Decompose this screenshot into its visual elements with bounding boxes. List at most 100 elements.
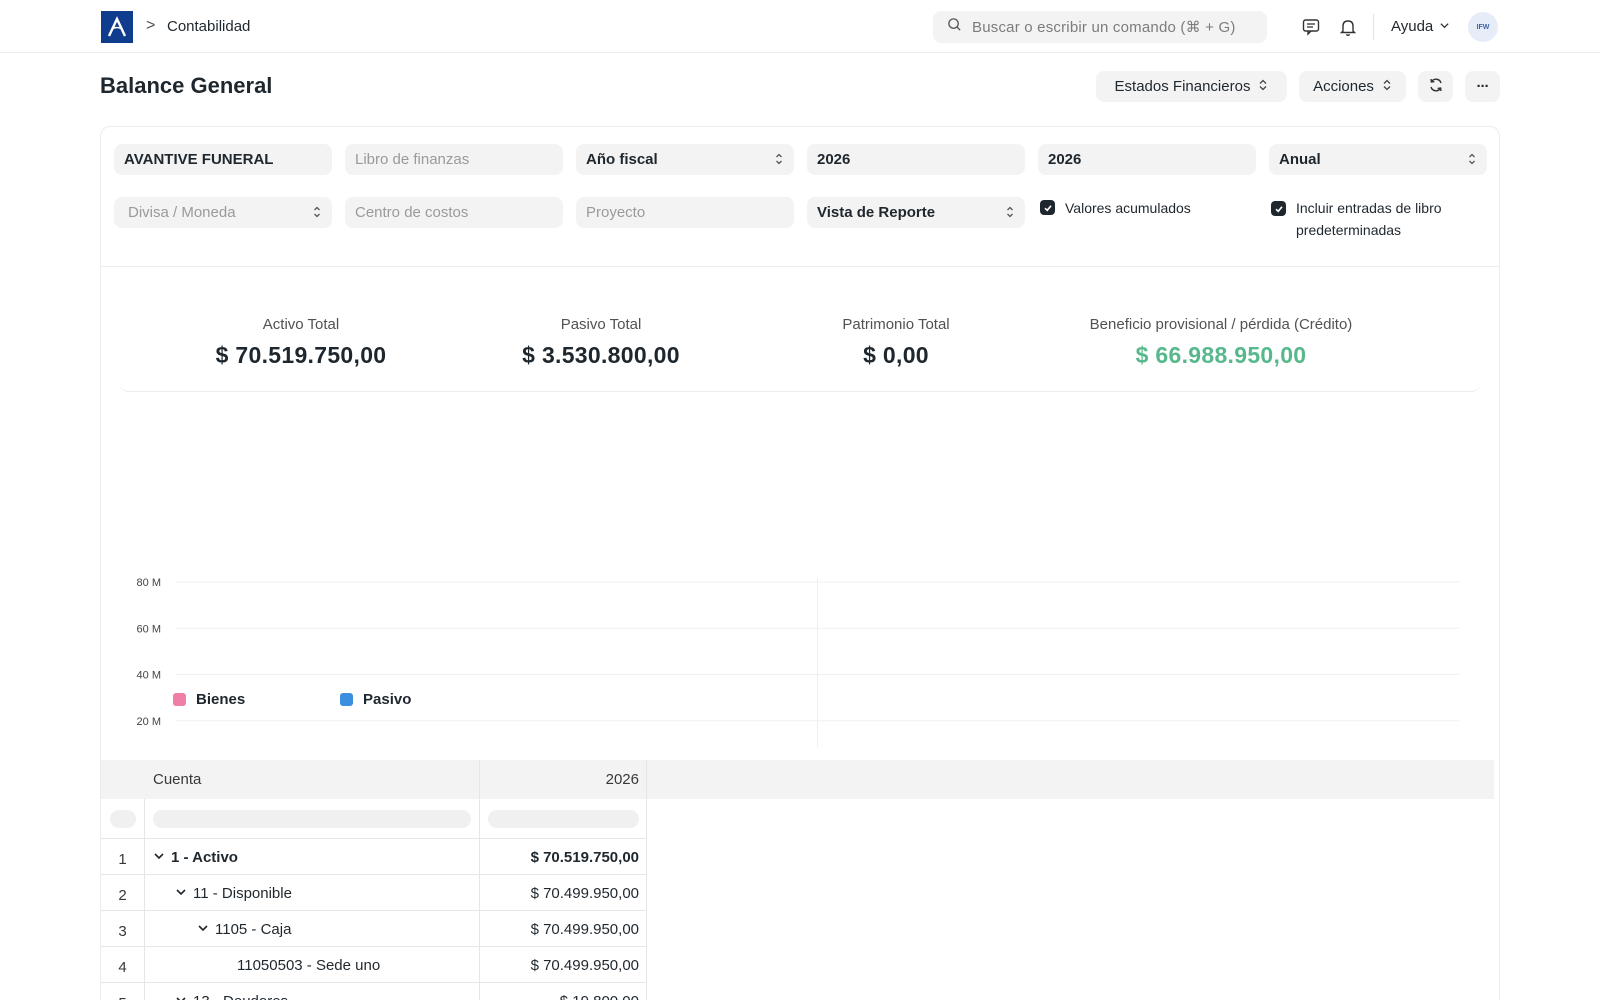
report-view-value: Vista de Reporte	[817, 204, 936, 221]
legend-swatch	[173, 693, 186, 706]
amount-cell: $ 70.519.750,00	[530, 849, 639, 866]
account-cell[interactable]: 1 - Activo	[153, 849, 238, 866]
account-cell[interactable]: 13 - Deudores	[175, 993, 288, 1000]
account-filter-input[interactable]	[153, 810, 471, 828]
refresh-button[interactable]	[1418, 71, 1453, 102]
top-navbar: > Contabilidad Buscar o escribir un coma…	[0, 0, 1600, 53]
table-row[interactable]: 3 1105 - Caja $ 70.499.950,00	[101, 911, 647, 947]
report-card: AVANTIVE FUNERAL Libro de finanzas Año f…	[100, 126, 1500, 1000]
account-name: 1105 - Caja	[215, 921, 292, 938]
financial-statements-dropdown[interactable]: Estados Financieros	[1096, 71, 1287, 102]
to-fiscal-year-field[interactable]: 2026	[1038, 144, 1256, 175]
include-default-entries-label: Incluir entradas de libro predeterminada…	[1296, 200, 1442, 238]
help-dropdown[interactable]: Ayuda	[1391, 18, 1450, 35]
account-cell[interactable]: 11050503 - Sede uno	[219, 957, 380, 974]
bell-icon[interactable]	[1336, 15, 1360, 39]
actions-dropdown[interactable]: Acciones	[1299, 71, 1406, 102]
app-logo-icon[interactable]	[101, 11, 133, 43]
table-header: Cuenta 2026	[101, 760, 1494, 799]
stat-label: Patrimonio Total	[842, 316, 950, 333]
period-type-value: Año fiscal	[586, 151, 658, 168]
y-tick-label: 60 M	[137, 623, 161, 635]
breadcrumb-separator: >	[146, 17, 156, 34]
legend-label: Pasivo	[363, 691, 412, 708]
from-fiscal-year-field[interactable]: 2026	[807, 144, 1025, 175]
account-name: 11 - Disponible	[193, 885, 292, 902]
balance-chart: 020 M40 M60 M80 M2026	[137, 577, 1459, 747]
refresh-icon	[1428, 77, 1444, 97]
period-type-select[interactable]: Año fiscal	[576, 144, 794, 175]
company-value: AVANTIVE FUNERAL	[124, 151, 274, 168]
periodicity-select[interactable]: Anual	[1269, 144, 1487, 175]
account-name: 1 - Activo	[171, 849, 238, 866]
to-fiscal-year-value: 2026	[1048, 151, 1082, 168]
help-label: Ayuda	[1391, 18, 1434, 35]
sort-chevrons-icon	[1467, 152, 1477, 170]
actions-label: Acciones	[1313, 78, 1374, 95]
stat-value: $ 66.988.950,00	[1135, 342, 1307, 368]
amount-filter-input[interactable]	[488, 810, 639, 828]
more-options-button[interactable]: ···	[1465, 71, 1500, 102]
provisional-profit-stat: Beneficio provisional / pérdida (Crédito…	[1046, 316, 1396, 369]
project-field[interactable]: Proyecto	[576, 197, 794, 228]
summary-strip: Activo Total $ 70.519.750,00 Pasivo Tota…	[119, 282, 1481, 392]
sort-chevrons-icon	[1382, 78, 1392, 95]
account-cell[interactable]: 1105 - Caja	[197, 921, 291, 938]
y-tick-label: 20 M	[137, 716, 161, 728]
chevron-down-icon[interactable]	[175, 885, 187, 902]
cost-center-field[interactable]: Centro de costos	[345, 197, 563, 228]
total-equity-stat: Patrimonio Total $ 0,00	[796, 316, 996, 369]
total-liabilities-stat: Pasivo Total $ 3.530.800,00	[501, 316, 701, 369]
accumulated-values-label: Valores acumulados	[1065, 200, 1191, 216]
accumulated-values-checkbox[interactable]: Valores acumulados	[1040, 197, 1260, 219]
index-filter-input[interactable]	[110, 810, 136, 828]
table-row[interactable]: 4 11050503 - Sede uno $ 70.499.950,00	[101, 947, 647, 983]
cost-center-placeholder: Centro de costos	[355, 204, 469, 221]
sort-chevrons-icon	[312, 205, 322, 223]
user-avatar[interactable]: IFW	[1468, 12, 1498, 42]
finance-book-placeholder: Libro de finanzas	[355, 151, 470, 168]
company-field[interactable]: AVANTIVE FUNERAL	[114, 144, 332, 175]
table-filter-row	[101, 799, 647, 839]
currency-placeholder: Divisa / Moneda	[128, 204, 236, 221]
page-title: Balance General	[100, 73, 273, 98]
amount-cell: $ 70.499.950,00	[530, 885, 639, 902]
legend-item-pasivo[interactable]: Pasivo	[340, 691, 411, 708]
table-row[interactable]: 1 1 - Activo $ 70.519.750,00	[101, 839, 647, 875]
legend-label: Bienes	[196, 691, 246, 708]
search-placeholder: Buscar o escribir un comando (⌘ + G)	[972, 19, 1236, 36]
row-index: 5	[101, 995, 144, 1000]
filters-divider	[101, 266, 1499, 267]
search-input[interactable]: Buscar o escribir un comando (⌘ + G)	[933, 11, 1267, 43]
account-name: 13 - Deudores	[193, 993, 288, 1000]
amount-cell: $ 19.800,00	[479, 993, 639, 1000]
breadcrumb-contabilidad[interactable]: Contabilidad	[167, 18, 250, 35]
column-header-account[interactable]: Cuenta	[153, 760, 201, 799]
stat-value: $ 0,00	[863, 342, 929, 368]
account-cell[interactable]: 11 - Disponible	[175, 885, 292, 902]
chat-icon[interactable]	[1299, 15, 1323, 39]
chevron-down-icon[interactable]	[153, 849, 165, 866]
checkbox-checked-icon[interactable]	[1271, 201, 1286, 216]
chevron-down-icon[interactable]	[175, 993, 187, 1000]
row-index: 4	[118, 959, 127, 976]
account-name: 11050503 - Sede uno	[237, 957, 381, 974]
currency-select[interactable]: Divisa / Moneda	[114, 197, 332, 228]
report-view-select[interactable]: Vista de Reporte	[807, 197, 1025, 228]
table-row[interactable]: 2 11 - Disponible $ 70.499.950,00	[101, 875, 647, 911]
stat-label: Pasivo Total	[560, 316, 642, 333]
stat-value: $ 3.530.800,00	[522, 342, 680, 368]
sort-chevrons-icon	[1005, 205, 1015, 223]
legend-swatch	[340, 693, 353, 706]
chevron-down-icon[interactable]	[197, 921, 209, 938]
checkbox-checked-icon[interactable]	[1040, 200, 1055, 215]
legend-item-bienes[interactable]: Bienes	[173, 691, 245, 708]
table-row[interactable]: 5 13 - Deudores $ 19.800,00	[101, 983, 647, 1000]
finance-book-field[interactable]: Libro de finanzas	[345, 144, 563, 175]
include-default-entries-checkbox[interactable]: Incluir entradas de libro predeterminada…	[1271, 197, 1491, 241]
total-assets-stat: Activo Total $ 70.519.750,00	[201, 316, 401, 369]
stat-label: Beneficio provisional / pérdida (Crédito…	[1089, 316, 1353, 333]
sort-chevrons-icon	[1258, 78, 1268, 95]
navbar-divider	[1373, 14, 1374, 40]
column-header-2026[interactable]: 2026	[479, 760, 639, 799]
